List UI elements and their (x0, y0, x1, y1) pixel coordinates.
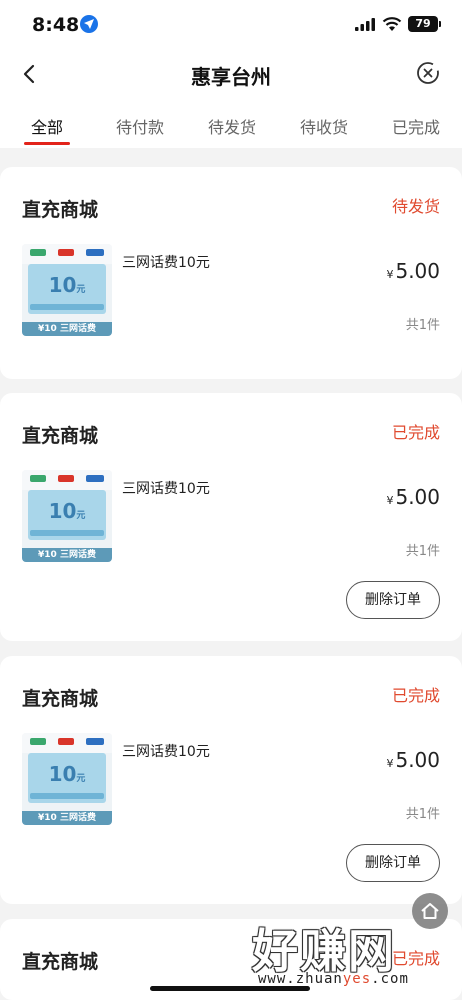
tab-pending-payment[interactable]: 待付款 (116, 114, 164, 138)
cellular-signal-icon (355, 18, 375, 31)
home-indicator (150, 986, 310, 991)
voucher-unit: 元 (76, 774, 86, 784)
carrier-logos (22, 733, 112, 753)
order-status: 待发货 (391, 197, 440, 216)
tab-pending-shipment[interactable]: 待发货 (208, 114, 256, 138)
product-title[interactable]: 三网话费10元 (122, 478, 210, 498)
voucher-value: 10 (48, 762, 77, 786)
product-thumbnail[interactable]: 10元 ¥10 三网话费 (22, 733, 112, 825)
order-card[interactable]: 直充商城 待发货 10元 ¥10 三网话费 三网话费10元 ¥5.00 共1件 (0, 167, 462, 379)
voucher-face: 10元 (28, 753, 106, 803)
product-title[interactable]: 三网话费10元 (122, 252, 210, 272)
page-title: 惠享台州 (191, 65, 271, 89)
currency-symbol: ¥ (386, 757, 394, 770)
tab-all[interactable]: 全部 (31, 114, 63, 138)
currency-symbol: ¥ (386, 268, 394, 281)
voucher-value: 10 (48, 499, 77, 523)
order-status: 已完成 (391, 686, 440, 705)
carrier-logos (22, 470, 112, 490)
product-thumbnail[interactable]: 10元 ¥10 三网话费 (22, 470, 112, 562)
status-bar: 8:48 79 (0, 0, 462, 50)
watermark-url: www.zhuanyes.com (258, 971, 409, 987)
voucher-footer: ¥10 三网话费 (22, 322, 112, 336)
tab-pending-receipt[interactable]: 待收货 (300, 114, 348, 138)
voucher-band (30, 304, 104, 310)
delete-order-button[interactable]: 删除订单 (346, 844, 440, 882)
price-value: 5.00 (395, 485, 440, 509)
voucher-value: 10 (48, 273, 77, 297)
item-count: 共1件 (405, 544, 440, 559)
voucher-face: 10元 (28, 264, 106, 314)
location-arrow-icon (80, 15, 98, 33)
watermark: 好赚网 www.zhuanyes.com (252, 915, 452, 995)
currency-symbol: ¥ (386, 494, 394, 507)
store-name: 直充商城 (22, 199, 99, 221)
product-price: ¥5.00 (386, 748, 440, 772)
active-tab-indicator (24, 142, 70, 145)
order-tabs: 全部 待付款 待发货 待收货 已完成 (0, 98, 462, 148)
voucher-face: 10元 (28, 490, 106, 540)
battery-level: 79 (408, 16, 438, 32)
store-name: 直充商城 (22, 425, 99, 447)
status-time: 8:48 (32, 14, 80, 36)
item-count: 共1件 (405, 318, 440, 333)
carrier-logos (22, 244, 112, 264)
voucher-footer: ¥10 三网话费 (22, 811, 112, 825)
price-value: 5.00 (395, 748, 440, 772)
nav-bar: 惠享台州 (0, 50, 462, 98)
voucher-footer: ¥10 三网话费 (22, 548, 112, 562)
product-thumbnail[interactable]: 10元 ¥10 三网话费 (22, 244, 112, 336)
store-name: 直充商城 (22, 951, 99, 973)
order-card[interactable]: 直充商城 已完成 10元 ¥10 三网话费 三网话费10元 ¥5.00 共1件 … (0, 393, 462, 641)
item-count: 共1件 (405, 807, 440, 822)
order-card[interactable]: 直充商城 已完成 10元 ¥10 三网话费 三网话费10元 ¥5.00 共1件 … (0, 656, 462, 904)
close-miniprogram-icon[interactable] (415, 60, 441, 86)
product-price: ¥5.00 (386, 259, 440, 283)
product-title[interactable]: 三网话费10元 (122, 741, 210, 761)
voucher-band (30, 793, 104, 799)
battery-tip (439, 21, 441, 27)
voucher-unit: 元 (76, 285, 86, 295)
wifi-icon (382, 17, 402, 31)
delete-order-button[interactable]: 删除订单 (346, 581, 440, 619)
order-status: 已完成 (391, 423, 440, 442)
product-price: ¥5.00 (386, 485, 440, 509)
voucher-unit: 元 (76, 511, 86, 521)
tab-completed[interactable]: 已完成 (392, 114, 440, 138)
voucher-band (30, 530, 104, 536)
price-value: 5.00 (395, 259, 440, 283)
store-name: 直充商城 (22, 688, 99, 710)
